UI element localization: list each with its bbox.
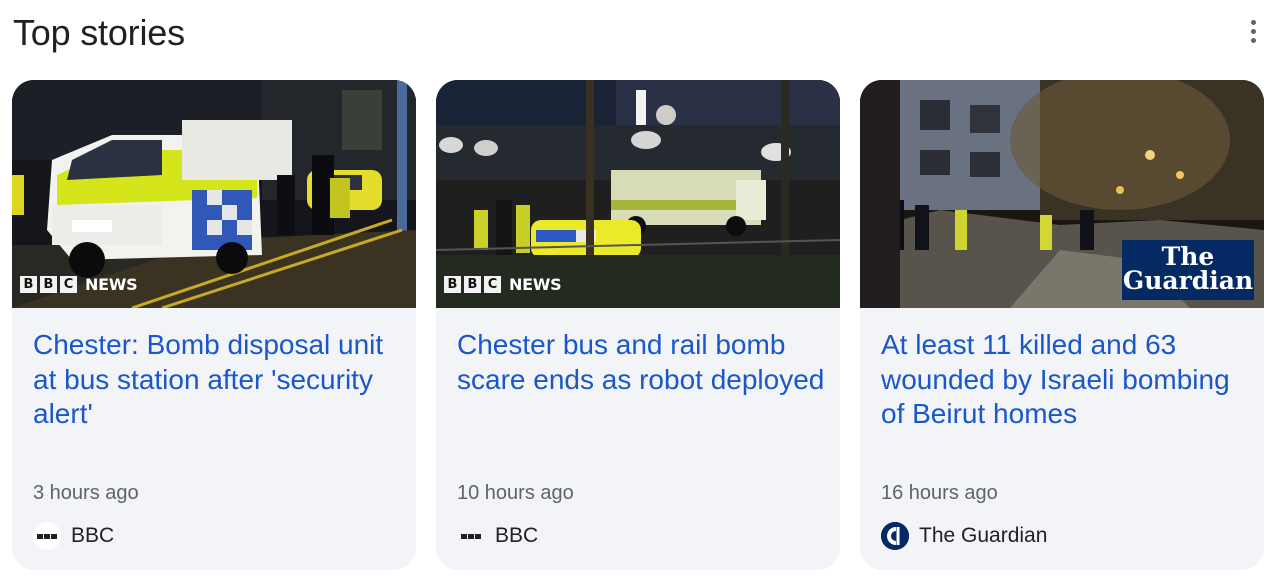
story-headline-1[interactable]: Chester: Bomb disposal unit at bus stati…: [33, 328, 403, 432]
police-van-night-photo: [12, 80, 416, 308]
section-title: Top stories: [13, 12, 185, 53]
story-card-3[interactable]: The Guardian At least 11 killed and 63 w…: [860, 80, 1264, 570]
story-headline-2[interactable]: Chester bus and rail bomb scare ends as …: [457, 328, 827, 397]
story-time-3: 16 hours ago: [881, 482, 998, 504]
story-time-2: 10 hours ago: [457, 482, 574, 504]
more-options-button[interactable]: [1240, 16, 1266, 46]
source-name: BBC: [71, 524, 115, 547]
more-vert-icon: [1250, 19, 1256, 25]
bbc-news-watermark: B B C NEWS: [444, 275, 562, 294]
story-card-2[interactable]: B B C NEWS Chester bus and rail bomb sca…: [436, 80, 840, 570]
story-card-1[interactable]: B B C NEWS Chester: Bomb disposal unit a…: [12, 80, 416, 570]
story-image-3[interactable]: The Guardian: [860, 80, 1264, 308]
bomb-disposal-scene-photo: [436, 80, 840, 308]
story-source-2: BBC: [457, 522, 538, 550]
story-source-3: The Guardian: [881, 522, 1047, 550]
guardian-watermark: The Guardian: [1122, 240, 1254, 300]
source-name: BBC: [495, 524, 539, 547]
story-source-1: BBC: [33, 522, 114, 550]
story-image-1[interactable]: B B C NEWS: [12, 80, 416, 308]
story-image-2[interactable]: B B C NEWS: [436, 80, 840, 308]
bbc-logo-icon: [457, 522, 485, 550]
story-headline-3[interactable]: At least 11 killed and 63 wounded by Isr…: [881, 328, 1251, 432]
guardian-logo-icon: [881, 522, 909, 550]
source-name: The Guardian: [919, 524, 1048, 547]
story-time-1: 3 hours ago: [33, 482, 139, 504]
bbc-news-watermark: B B C NEWS: [20, 275, 138, 294]
bbc-logo-icon: [33, 522, 61, 550]
